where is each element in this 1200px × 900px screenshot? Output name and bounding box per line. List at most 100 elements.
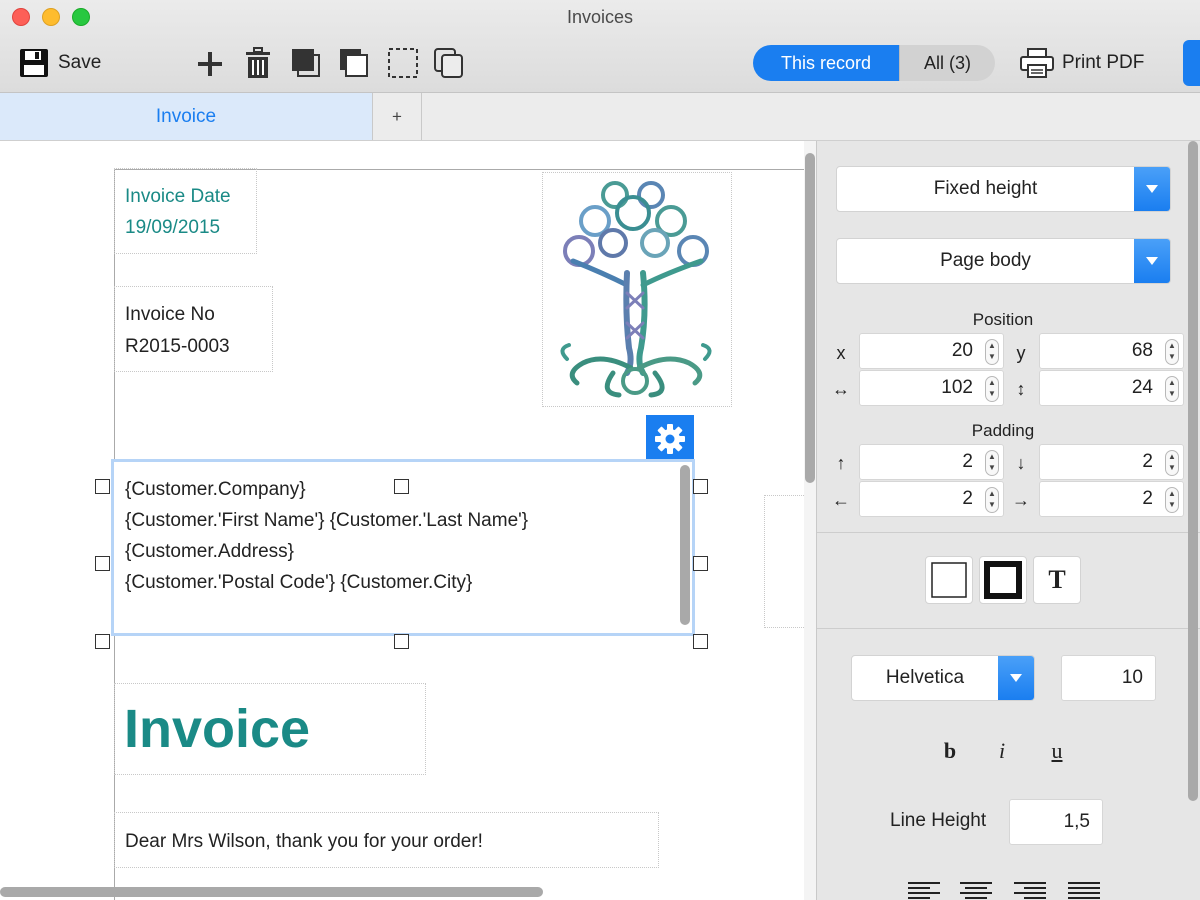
font-size-input[interactable]: 10 [1061, 655, 1156, 701]
padding-top-stepper[interactable]: ▲ ▼ [985, 450, 999, 476]
width-stepper[interactable]: ▲ ▼ [985, 376, 999, 402]
resize-handle-bottom[interactable] [394, 634, 409, 649]
align-justify-icon [1068, 882, 1100, 899]
print-pdf-label[interactable]: Print PDF [1062, 52, 1144, 74]
padding-left-input[interactable]: 2 ▲ ▼ [859, 481, 1004, 517]
invoice-number-field[interactable]: Invoice No R2015-0003 [114, 286, 273, 372]
section-dropdown[interactable]: Page body [836, 238, 1171, 284]
dropdown-arrow[interactable] [1134, 167, 1170, 211]
duplicate-button[interactable] [433, 47, 465, 84]
position-x-input[interactable]: 20 ▲ ▼ [859, 333, 1004, 369]
resize-handle-bottom-left[interactable] [95, 634, 110, 649]
width-label: ↔ [832, 379, 850, 399]
padding-right-stepper[interactable]: ▲ ▼ [1165, 487, 1179, 513]
canvas-vertical-scrollbar[interactable] [805, 153, 815, 483]
align-justify-button[interactable] [1068, 881, 1100, 900]
thin-border-icon [931, 562, 967, 598]
inspector-divider [817, 628, 1200, 629]
position-x-value: 20 [951, 340, 973, 361]
padding-left-stepper[interactable]: ▲ ▼ [985, 487, 999, 513]
select-area-button[interactable] [387, 47, 419, 84]
dashed-rectangle-icon [388, 48, 418, 78]
italic-button[interactable]: i [987, 738, 1017, 764]
text-style-button[interactable]: T [1033, 556, 1081, 604]
field-settings-button[interactable] [646, 415, 694, 463]
padding-top-value: 2 [962, 451, 973, 472]
address-field-scrollbar[interactable] [680, 465, 690, 625]
chevron-down-icon [1146, 257, 1158, 265]
greeting-field[interactable]: Dear Mrs Wilson, thank you for your orde… [114, 812, 659, 868]
send-to-back-button[interactable] [339, 47, 369, 84]
invoice-heading-field[interactable]: Invoice [114, 683, 426, 775]
resize-handle-bottom-right[interactable] [693, 634, 708, 649]
underline-button[interactable]: u [1042, 738, 1072, 764]
align-center-button[interactable] [960, 881, 992, 900]
dropdown-arrow[interactable] [998, 656, 1034, 700]
resize-handle-right[interactable] [693, 556, 708, 571]
resize-handle-top-right[interactable] [693, 479, 708, 494]
inspector-panel: Fixed height Page body Position x 20 ▲ ▼ … [816, 141, 1200, 900]
height-stepper[interactable]: ▲ ▼ [1165, 376, 1179, 402]
line-height-input[interactable]: 1,5 [1009, 799, 1103, 845]
thick-border-button[interactable] [979, 556, 1027, 604]
save-button[interactable] [18, 47, 50, 84]
font-family-value: Helvetica [885, 667, 965, 688]
align-right-button[interactable] [1014, 881, 1046, 900]
resize-handle-left[interactable] [95, 556, 110, 571]
position-x-stepper[interactable]: ▲ ▼ [985, 339, 999, 365]
padding-right-value: 2 [1142, 488, 1153, 509]
add-button[interactable] [196, 50, 224, 83]
invoice-heading: Invoice [124, 699, 311, 759]
add-tab-button[interactable]: + [373, 93, 422, 140]
address-line: {Customer.Address} [125, 541, 294, 562]
dropdown-arrow[interactable] [1134, 239, 1170, 283]
greeting-text: Dear Mrs Wilson, thank you for your orde… [125, 831, 483, 852]
tab-invoice[interactable]: Invoice [0, 93, 373, 140]
gear-icon [655, 424, 685, 454]
layout-canvas[interactable]: Invoice Date 19/09/2015 Invoice No R2015… [0, 141, 816, 900]
logo-image-field[interactable] [542, 172, 732, 407]
line-height-label: Line Height [890, 810, 987, 831]
padding-bottom-stepper[interactable]: ▲ ▼ [1165, 450, 1179, 476]
font-size-value: 10 [1121, 667, 1143, 688]
resize-handle-top-left[interactable] [95, 479, 110, 494]
height-input[interactable]: 24 ▲ ▼ [1039, 370, 1184, 406]
offscreen-field[interactable] [764, 495, 808, 628]
padding-left-label: ← [832, 490, 850, 510]
record-scope-segment: This record All (3) [753, 45, 995, 81]
print-pdf-button[interactable] [1019, 47, 1055, 84]
bring-to-front-button[interactable] [291, 47, 321, 84]
align-right-icon [1014, 882, 1046, 899]
this-record-segment[interactable]: This record [753, 45, 899, 81]
position-y-stepper[interactable]: ▲ ▼ [1165, 339, 1179, 365]
no-border-button[interactable] [925, 556, 973, 604]
padding-left-value: 2 [962, 488, 973, 509]
position-y-input[interactable]: 68 ▲ ▼ [1039, 333, 1184, 369]
invoice-date-field[interactable]: Invoice Date 19/09/2015 [114, 168, 257, 254]
canvas-horizontal-scrollbar[interactable] [0, 887, 543, 897]
font-family-dropdown[interactable]: Helvetica [851, 655, 1035, 701]
trash-icon [246, 47, 270, 78]
width-input[interactable]: 102 ▲ ▼ [859, 370, 1004, 406]
inspector-scrollbar[interactable] [1188, 141, 1198, 801]
height-label: ↕ [1016, 379, 1026, 399]
align-left-button[interactable] [908, 881, 940, 900]
bold-button[interactable]: b [935, 738, 965, 764]
padding-top-input[interactable]: 2 ▲ ▼ [859, 444, 1004, 480]
printer-icon [1020, 48, 1054, 78]
padding-bottom-label: ↓ [1016, 453, 1026, 473]
save-button-label[interactable]: Save [58, 52, 101, 74]
padding-right-input[interactable]: 2 ▲ ▼ [1039, 481, 1184, 517]
invoice-number-value: R2015-0003 [125, 336, 230, 357]
x-label: x [836, 343, 846, 363]
width-value: 102 [941, 377, 973, 398]
resize-handle-top[interactable] [394, 479, 409, 494]
inspector-divider [817, 532, 1200, 533]
all-records-segment[interactable]: All (3) [899, 45, 995, 81]
inspector-toggle-button[interactable] [1183, 40, 1200, 86]
height-mode-dropdown[interactable]: Fixed height [836, 166, 1171, 212]
delete-button[interactable] [245, 47, 271, 84]
padding-bottom-input[interactable]: 2 ▲ ▼ [1039, 444, 1184, 480]
plus-icon [198, 52, 222, 76]
invoice-date-label: Invoice Date [125, 186, 231, 207]
